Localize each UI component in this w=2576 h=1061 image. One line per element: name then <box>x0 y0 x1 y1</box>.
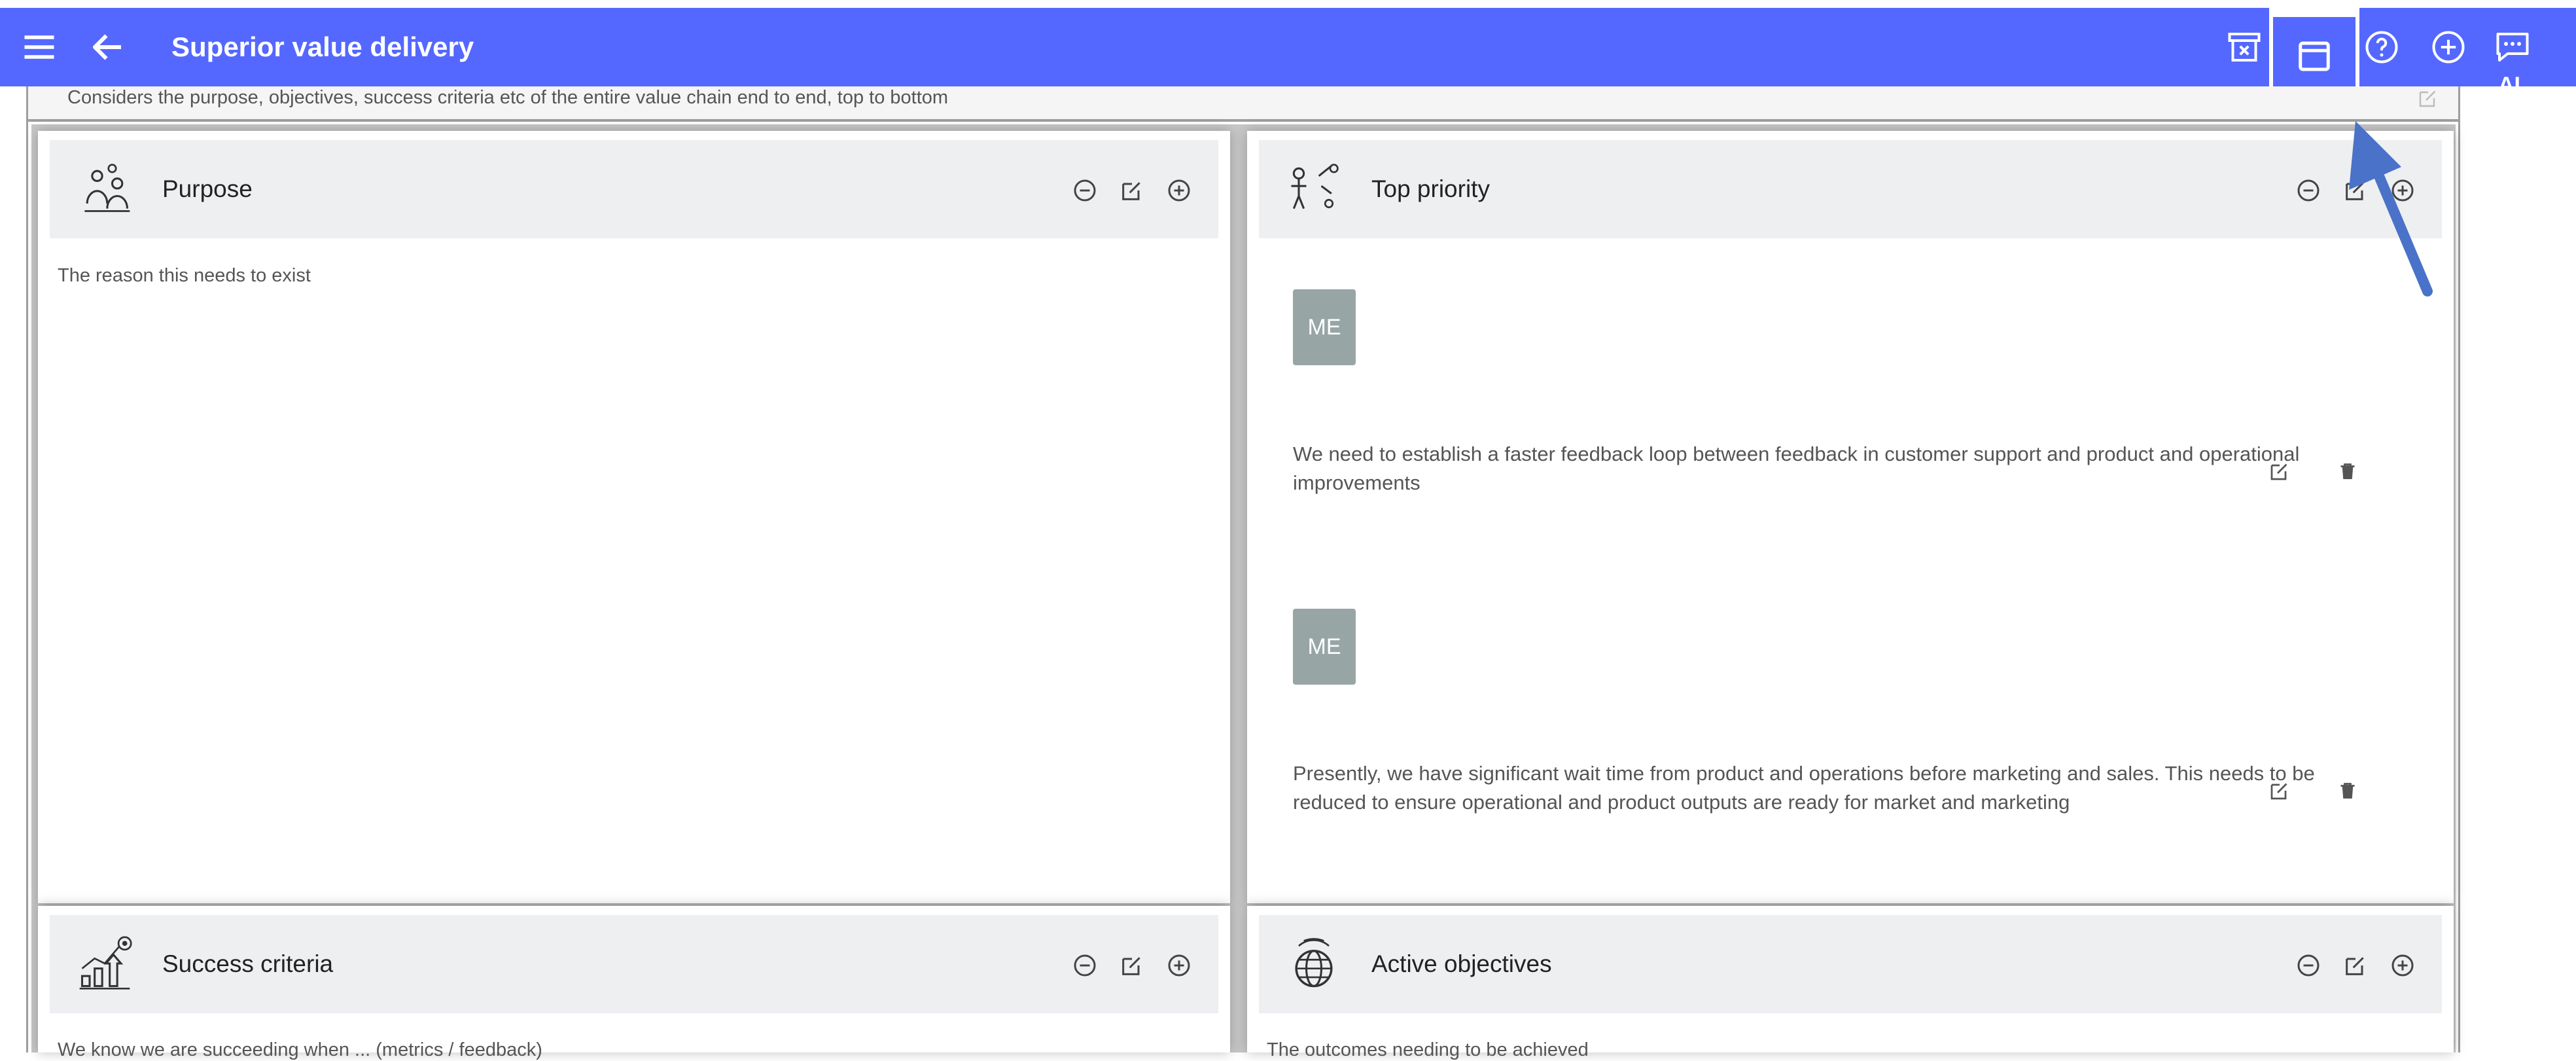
panel-description: The reason this needs to exist <box>58 265 311 286</box>
entry-actions <box>2268 459 2366 486</box>
growth-chart-icon <box>75 933 135 994</box>
edit-icon[interactable] <box>2268 779 2291 802</box>
panel-header: Success criteria <box>50 915 1218 1013</box>
edit-icon[interactable] <box>1119 177 1145 204</box>
trash-icon[interactable] <box>2336 779 2359 802</box>
top-priority-panel: Top priority ME We need to establish a f… <box>1247 131 2454 903</box>
active-objectives-panel: Active objectives The outcomes needing t… <box>1247 906 2454 1060</box>
panel-description: The outcomes needing to be achieved <box>1267 1039 1589 1060</box>
back-arrow-icon[interactable] <box>88 27 128 67</box>
collapse-icon[interactable] <box>1072 177 1098 204</box>
window-icon <box>2299 41 2330 71</box>
add-icon[interactable] <box>1166 177 1192 204</box>
collapse-icon[interactable] <box>2295 952 2321 979</box>
page-title: Superior value delivery <box>171 31 474 62</box>
board-description-text: Considers the purpose, objectives, succe… <box>67 87 949 108</box>
add-icon[interactable] <box>2390 952 2416 979</box>
collapse-icon[interactable] <box>1072 952 1098 979</box>
app-bar: Superior value delivery AI <box>0 8 2576 132</box>
edit-icon[interactable] <box>2416 86 2440 110</box>
panel-title: Purpose <box>162 175 253 202</box>
panel-header: Active objectives <box>1259 915 2442 1013</box>
panel-actions <box>1051 952 1192 979</box>
avatar: ME <box>1293 609 1356 685</box>
panel-title: Success criteria <box>162 950 334 977</box>
edit-icon[interactable] <box>2268 459 2291 483</box>
panel-actions <box>2274 952 2416 979</box>
panel-header: Top priority <box>1259 140 2442 238</box>
collapse-icon[interactable] <box>2295 177 2321 204</box>
archive-icon[interactable] <box>2225 27 2264 67</box>
ai-chat-button[interactable]: AI <box>2493 27 2532 98</box>
entry-actions <box>2268 779 2366 805</box>
success-criteria-panel: Success criteria We know we are succeedi… <box>38 906 1230 1060</box>
board-description: Considers the purpose, objectives, succe… <box>28 86 2458 122</box>
avatar: ME <box>1293 289 1356 365</box>
entry-text: We need to establish a faster feedback l… <box>1293 442 2300 494</box>
globe-icon <box>1284 933 1344 994</box>
chat-ai-icon <box>2496 33 2529 62</box>
edit-icon[interactable] <box>1119 952 1145 979</box>
panel-description: We know we are succeeding when ... (metr… <box>58 1039 542 1060</box>
panel-title: Top priority <box>1371 175 1490 202</box>
panel-actions <box>1051 177 1192 204</box>
trash-icon[interactable] <box>2336 459 2359 483</box>
help-icon[interactable] <box>2362 27 2401 67</box>
panel-title: Active objectives <box>1371 950 1552 977</box>
pointer-arrow <box>2329 118 2441 301</box>
edit-icon[interactable] <box>2342 952 2369 979</box>
team-icon <box>75 158 135 219</box>
panel-header: Purpose <box>50 140 1218 238</box>
menu-icon[interactable] <box>20 27 59 67</box>
priority-icon <box>1284 158 1344 219</box>
add-circle-icon[interactable] <box>2429 27 2468 67</box>
purpose-panel: Purpose The reason this needs to exist <box>38 131 1230 903</box>
window-button[interactable] <box>2273 17 2355 96</box>
entry-text: Presently, we have significant wait time… <box>1293 762 2315 814</box>
ai-label: AI <box>2498 73 2520 98</box>
add-icon[interactable] <box>1166 952 1192 979</box>
